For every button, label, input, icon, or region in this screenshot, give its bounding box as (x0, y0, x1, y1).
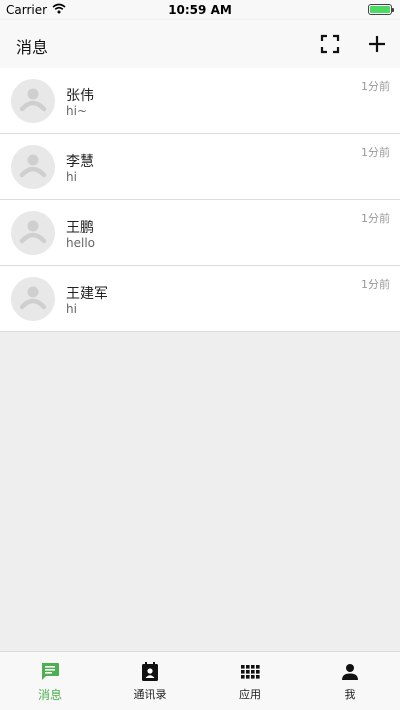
tab-contacts[interactable]: 通讯录 (100, 652, 200, 710)
page-title: 消息 (16, 38, 49, 57)
last-message: hi (66, 302, 77, 316)
person-placeholder-icon (11, 211, 55, 255)
app: Carrier 10:59 AM 消息 张伟 hi~ 1分前 李慧 hi 1分前… (0, 0, 400, 710)
tab-apps-grid[interactable]: 应用 (200, 652, 300, 710)
message-time: 1分前 (361, 278, 390, 291)
conversation-item[interactable]: 王建军 hi 1分前 (0, 266, 400, 332)
status-time: 10:59 AM (168, 3, 232, 17)
tab-chat[interactable]: 消息 (0, 652, 100, 710)
conversation-item[interactable]: 王鹏 hello 1分前 (0, 200, 400, 266)
person-icon (339, 661, 361, 683)
conversation-item[interactable]: 李慧 hi 1分前 (0, 134, 400, 200)
tab-label: 我 (344, 688, 356, 701)
avatar (11, 79, 55, 123)
fullscreen-button[interactable] (318, 32, 342, 56)
chat-icon (39, 661, 61, 683)
last-message: hi (66, 170, 77, 184)
message-time: 1分前 (361, 212, 390, 225)
tab-label: 消息 (37, 688, 62, 702)
message-time: 1分前 (361, 80, 390, 93)
avatar (11, 211, 55, 255)
person-placeholder-icon (11, 277, 55, 321)
message-time: 1分前 (361, 146, 390, 159)
last-message: hi~ (66, 104, 87, 118)
battery-icon (368, 4, 394, 15)
contact-name: 张伟 (66, 88, 94, 104)
fullscreen-icon (320, 34, 340, 54)
header: 消息 (0, 20, 400, 68)
contact-name: 王建军 (66, 286, 108, 302)
status-bar: Carrier 10:59 AM (0, 0, 400, 20)
conversation-list: 张伟 hi~ 1分前 李慧 hi 1分前 王鹏 hello 1分前 王建军 hi 1分前 (0, 68, 400, 332)
avatar (11, 277, 55, 321)
conversation-item[interactable]: 张伟 hi~ 1分前 (0, 68, 400, 134)
contact-name: 李慧 (66, 154, 94, 170)
plus-icon (369, 36, 385, 52)
tab-bar: 消息 通讯录 应用 我 (0, 651, 400, 710)
tab-label: 应用 (239, 688, 261, 701)
tab-label: 通讯录 (133, 688, 167, 701)
person-placeholder-icon (11, 145, 55, 189)
last-message: hello (66, 236, 95, 250)
add-button[interactable] (365, 32, 389, 56)
avatar (11, 145, 55, 189)
person-placeholder-icon (11, 79, 55, 123)
apps-grid-icon (239, 661, 261, 683)
contact-name: 王鹏 (66, 220, 94, 236)
contacts-icon (139, 661, 161, 683)
tab-person[interactable]: 我 (300, 652, 400, 710)
